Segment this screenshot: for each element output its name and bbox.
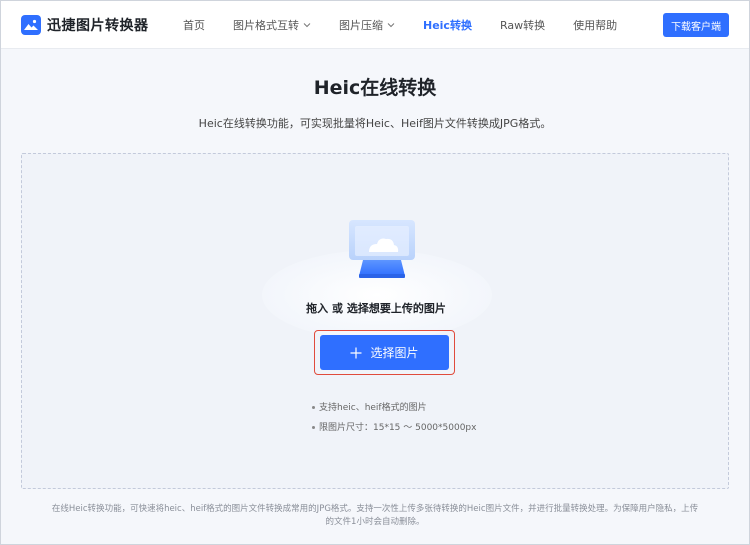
chevron-down-icon — [303, 23, 311, 28]
select-image-label: 选择图片 — [370, 346, 419, 360]
requirement-text: 支持heic、heif格式的图片 — [319, 403, 427, 413]
upload-drop-zone[interactable]: 拖入 或 选择想要上传的图片 选择图片 支持heic、heif格式的图片 限图片… — [21, 153, 729, 489]
main-nav: 首页 图片格式互转 图片压缩 Heic转换 Raw转换 使用帮助 — [183, 1, 645, 49]
bullet-icon — [312, 426, 315, 429]
brand-name: 迅捷图片转换器 — [47, 18, 149, 34]
app-window: 迅捷图片转换器 首页 图片格式互转 图片压缩 Heic转换 Raw转换 使用帮助… — [0, 0, 750, 545]
nav-item-compress[interactable]: 图片压缩 — [339, 17, 395, 33]
upload-image-icon — [349, 220, 415, 278]
page-subtitle: Heic在线转换功能，可实现批量将Heic、Heif图片文件转换成JPG格式。 — [198, 117, 552, 130]
nav-label: Heic转换 — [423, 19, 472, 32]
chevron-down-icon — [387, 23, 395, 28]
nav-label: 使用帮助 — [573, 19, 618, 32]
nav-item-home[interactable]: 首页 — [183, 17, 205, 33]
nav-label: 首页 — [183, 19, 205, 32]
requirement-text: 限图片尺寸：15*15 ～ 5000*5000px — [319, 423, 477, 433]
nav-item-help[interactable]: 使用帮助 — [573, 17, 617, 33]
nav-label: 图片压缩 — [339, 19, 383, 32]
nav-item-heic[interactable]: Heic转换 — [423, 17, 472, 33]
image-logo-icon — [21, 15, 41, 35]
drop-hint-text: 拖入 或 选择想要上传的图片 — [306, 302, 446, 315]
page-title: Heic在线转换 — [313, 77, 437, 99]
nav-label: Raw转换 — [499, 19, 546, 32]
list-item: 限图片尺寸：15*15 ～ 5000*5000px — [312, 418, 476, 438]
nav-item-format-convert[interactable]: 图片格式互转 — [233, 17, 311, 33]
footer-note: 在线Heic转换功能，可快速将heic、heif格式的图片文件转换成常用的JPG… — [51, 504, 699, 527]
plus-icon — [350, 347, 362, 358]
requirements-list: 支持heic、heif格式的图片 限图片尺寸：15*15 ～ 5000*5000… — [312, 398, 476, 438]
bullet-icon — [312, 406, 315, 409]
nav-label: 图片格式互转 — [233, 19, 299, 32]
download-client-button[interactable]: 下载客户端 — [663, 13, 729, 37]
select-image-button[interactable]: 选择图片 — [320, 335, 449, 370]
list-item: 支持heic、heif格式的图片 — [312, 398, 476, 418]
brand-logo[interactable]: 迅捷图片转换器 — [21, 13, 149, 37]
nav-item-raw[interactable]: Raw转换 — [500, 17, 545, 33]
top-nav-bar: 迅捷图片转换器 首页 图片格式互转 图片压缩 Heic转换 Raw转换 使用帮助… — [1, 1, 749, 49]
